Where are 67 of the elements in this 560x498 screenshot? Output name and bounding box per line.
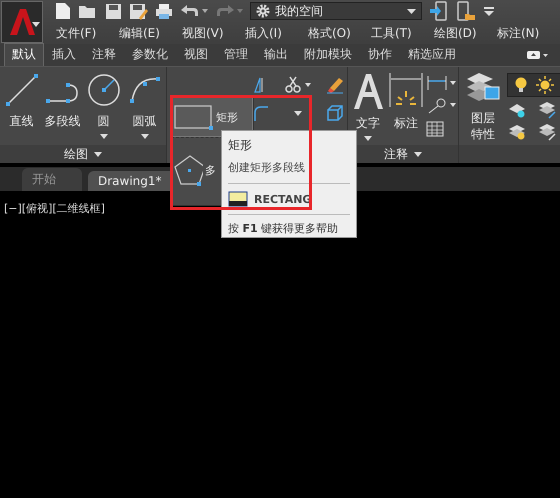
save-icon[interactable] (105, 2, 122, 20)
ribbon-tab[interactable]: 视图 (176, 43, 216, 66)
leader-icon[interactable] (426, 97, 456, 115)
print-icon[interactable] (155, 2, 173, 20)
menu-item[interactable]: 绘图(D) (434, 24, 484, 42)
tooltip-title: 矩形 (228, 137, 253, 154)
ribbon-tab[interactable]: 输出 (256, 43, 296, 66)
layer-state-icon[interactable] (507, 101, 527, 119)
ribbon-tab[interactable]: 附加模块 (296, 43, 360, 66)
ribbon-tab[interactable]: 插入 (44, 43, 84, 66)
tooltip-description: 创建矩形多段线 (228, 160, 350, 184)
customize-icon[interactable] (483, 6, 495, 16)
file-tab[interactable]: 开始 (22, 168, 82, 191)
scissors-icon[interactable] (284, 76, 312, 94)
ribbon-tab[interactable]: 默认 (4, 43, 44, 66)
annotation-tool-button[interactable]: 标注 (388, 71, 424, 145)
linear-dimension-icon[interactable] (426, 75, 456, 91)
pentagon-icon (173, 154, 203, 186)
viewport-controls[interactable]: [−][俯视][二维线框] (4, 202, 105, 215)
menu-item[interactable]: 格式(O) (308, 24, 358, 42)
command-name: RECTANG (254, 192, 312, 206)
caret-icon (32, 22, 40, 27)
ribbon-tab[interactable]: 精选应用 (400, 43, 464, 66)
help-hint: 按 F1 键获得更多帮助 (228, 221, 340, 236)
caret-icon[interactable] (294, 110, 302, 116)
app-logo-icon (7, 7, 37, 37)
cube-icon[interactable] (326, 104, 344, 122)
layer-bulb-icon[interactable] (507, 123, 527, 141)
menu-item[interactable]: 编辑(E) (119, 24, 169, 42)
layer-stack-icon[interactable] (537, 123, 557, 141)
open-folder-icon[interactable] (78, 3, 98, 19)
annotation-tool-button[interactable]: 文字 (350, 71, 386, 145)
new-file-icon[interactable] (55, 2, 71, 20)
ribbon-tab[interactable]: 管理 (216, 43, 256, 66)
menu-item[interactable]: 插入(I) (245, 24, 295, 42)
eraser-icon[interactable] (326, 76, 344, 94)
gear-icon (256, 4, 270, 18)
ribbon-tab[interactable]: 注释 (84, 43, 124, 66)
panel-title-bar[interactable]: 绘图 (0, 145, 166, 163)
bulb-icon[interactable] (514, 76, 528, 94)
menu-item[interactable]: 工具(T) (371, 24, 421, 42)
menu-item[interactable]: 文件(F) (56, 24, 106, 42)
ribbon-tab[interactable]: 参数化 (124, 43, 176, 66)
caret-icon (94, 152, 102, 156)
layer-properties-button[interactable]: 图层特性 (461, 71, 505, 145)
draw-tool-button[interactable]: 多段线 (43, 71, 82, 145)
draw-tool-button[interactable]: 直线 (2, 71, 41, 145)
open-device-icon[interactable] (456, 1, 476, 21)
caret-icon (414, 152, 422, 156)
share-device-icon[interactable] (429, 1, 449, 21)
caret-icon (407, 8, 416, 14)
layer-stack-icon[interactable] (537, 101, 557, 119)
rectangle-icon (174, 104, 214, 130)
draw-tool-button[interactable]: 圆弧 (125, 71, 164, 145)
app-menu-button[interactable] (1, 1, 43, 43)
menu-item[interactable]: 标注(N) (497, 24, 547, 42)
table-icon[interactable] (426, 121, 444, 137)
menu-item[interactable]: 视图(V) (182, 24, 232, 42)
undo-icon[interactable] (180, 4, 208, 18)
fillet-icon[interactable] (253, 104, 269, 122)
sun-icon[interactable] (536, 76, 554, 94)
ribbon-tab[interactable]: 协作 (360, 43, 400, 66)
ribbon-toggle-icon[interactable] (526, 50, 548, 60)
workspace-dropdown[interactable]: 我的空间 (250, 2, 422, 20)
command-window-icon (228, 191, 248, 207)
save-as-icon[interactable] (129, 2, 148, 20)
draw-tool-button[interactable]: 圆 (84, 71, 123, 145)
